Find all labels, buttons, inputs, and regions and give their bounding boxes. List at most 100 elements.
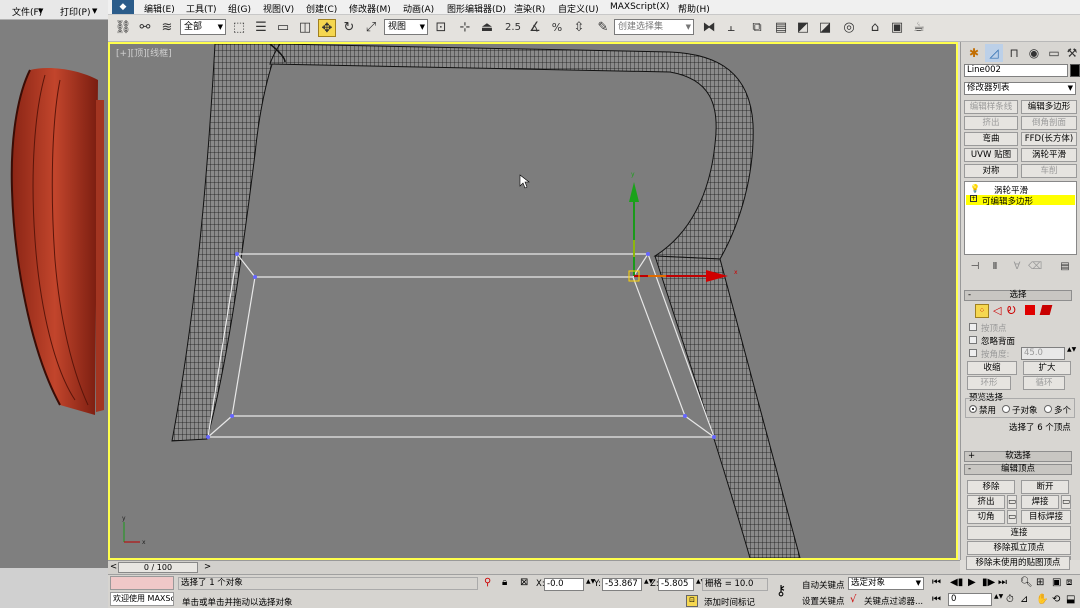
x-coordinate-input[interactable]: -0.0	[544, 578, 584, 591]
spinner-icon[interactable]: ▲▼	[994, 593, 1003, 600]
schematic-view-icon[interactable]: ◪	[816, 19, 834, 37]
vertex-level-icon[interactable]: ⁘	[975, 304, 989, 318]
zoom-all-icon[interactable]: ⊞	[1036, 577, 1044, 588]
key-icon[interactable]: ⚷	[776, 583, 786, 599]
previous-key-icon[interactable]: ◀▮	[950, 577, 963, 588]
rotate-icon[interactable]: ↻	[340, 19, 358, 37]
current-frame-input[interactable]: 0	[948, 593, 992, 606]
percent-snap-icon[interactable]: %	[548, 19, 566, 37]
zoom-icon[interactable]: 🔍︎	[1020, 577, 1033, 588]
configure-sets-icon[interactable]: ▤	[1058, 258, 1072, 276]
time-tag-icon[interactable]: ⊡	[686, 595, 698, 607]
rollout-soft-selection-header[interactable]: + 软选择	[964, 451, 1072, 462]
selection-filter-dropdown[interactable]: 全部 ▼	[180, 19, 226, 35]
window-crossing-icon[interactable]: ◫	[296, 19, 314, 37]
snap-toggle-icon[interactable]: 2.5	[504, 19, 522, 37]
rendered-frame-icon[interactable]: ▣	[888, 19, 906, 37]
spinner-snap-icon[interactable]: ⇳	[570, 19, 588, 37]
link-icon[interactable]: ⛓	[114, 19, 132, 37]
preview-disabled-radio[interactable]	[969, 405, 977, 413]
modifier-button-edit-poly[interactable]: 编辑多边形	[1021, 100, 1077, 114]
target-weld-button[interactable]: 目标焊接	[1021, 510, 1071, 524]
modify-tab-icon[interactable]: ◿	[985, 44, 1003, 62]
scale-icon[interactable]: ⤢	[362, 19, 380, 37]
menu-group[interactable]: 组(G)	[228, 2, 251, 15]
modifier-button-symmetry[interactable]: 对称	[964, 164, 1018, 178]
stack-item-turbosmooth[interactable]: 💡 涡轮平滑	[966, 184, 1075, 196]
remove-unused-map-verts-label[interactable]: 移除未使用的贴图顶点	[966, 556, 1070, 570]
z-coordinate-input[interactable]: -5.805	[658, 578, 694, 591]
break-button[interactable]: 断开	[1021, 480, 1069, 494]
menu-tools[interactable]: 工具(T)	[186, 2, 217, 15]
add-time-tag-button[interactable]: 添加时间标记	[704, 596, 755, 608]
menu-edit[interactable]: 编辑(E)	[144, 2, 175, 15]
preview-subobject-radio[interactable]	[1002, 405, 1010, 413]
menu-modifiers[interactable]: 修改器(M)	[349, 2, 391, 15]
curve-editor-icon[interactable]: ◩	[794, 19, 812, 37]
loop-button[interactable]: 循环	[1023, 376, 1065, 390]
menu-views[interactable]: 视图(V)	[263, 2, 294, 15]
by-vertex-checkbox[interactable]	[969, 323, 977, 331]
menu-customize[interactable]: 自定义(U)	[558, 2, 599, 15]
field-of-view-icon[interactable]: ⊿	[1020, 594, 1028, 605]
prev-frame-icon[interactable]: <	[110, 562, 117, 572]
menu-maxscript[interactable]: MAXScript(X)	[610, 2, 669, 12]
menu-help[interactable]: 帮助(H)	[678, 2, 710, 15]
polygon-level-icon[interactable]	[1025, 305, 1035, 315]
rollout-edit-vertices-header[interactable]: - 编辑顶点	[964, 464, 1072, 475]
connect-button[interactable]: 连接	[967, 526, 1071, 540]
modifier-button-turbosmooth[interactable]: 涡轮平滑	[1021, 148, 1077, 162]
next-frame-icon[interactable]: >	[204, 562, 211, 572]
named-selection-dropdown[interactable]: 创建选择集 ▼	[614, 19, 694, 35]
angle-threshold-input[interactable]: 45.0	[1021, 347, 1065, 360]
viewport-top[interactable]: [+][顶][线框] y x y x	[108, 42, 958, 560]
time-slider[interactable]: 0 / 100	[118, 562, 198, 573]
menu-graph-editors[interactable]: 图形编辑器(D)	[447, 2, 506, 15]
utilities-tab-icon[interactable]: ⚒	[1063, 44, 1080, 62]
material-editor-icon[interactable]: ◎	[840, 19, 858, 37]
auto-key-button[interactable]: 自动关键点	[802, 579, 845, 591]
render-production-icon[interactable]: ☕	[910, 19, 928, 37]
move-icon[interactable]: ✥	[318, 19, 336, 37]
remove-modifier-icon[interactable]: ⌫	[1028, 258, 1042, 276]
mirror-icon[interactable]: ⧓	[700, 19, 718, 37]
remove-button[interactable]: 移除	[967, 480, 1015, 494]
reference-coordinate-dropdown[interactable]: 视图 ▼	[384, 19, 428, 35]
y-coordinate-input[interactable]: -53.867	[602, 578, 642, 591]
by-angle-checkbox[interactable]	[969, 349, 977, 357]
modifier-button-ffd-box[interactable]: FFD(长方体)	[1021, 132, 1077, 146]
display-tab-icon[interactable]: ▭	[1045, 44, 1063, 62]
absolute-mode-icon[interactable]: ⊠	[520, 577, 528, 588]
remove-isolated-vertices-button[interactable]: 移除孤立顶点	[967, 541, 1071, 555]
orbit-icon[interactable]: ⟲	[1052, 594, 1060, 605]
angle-snap-icon[interactable]: ∡	[526, 19, 544, 37]
modifier-list-dropdown[interactable]: 修改器列表 ▼	[964, 82, 1076, 95]
show-end-result-icon[interactable]: Ⅱ	[988, 258, 1002, 276]
shrink-button[interactable]: 收缩	[967, 361, 1017, 375]
extrude-settings-icon[interactable]: ▭	[1007, 495, 1017, 509]
object-color-swatch[interactable]	[1070, 64, 1080, 77]
edge-level-icon[interactable]: ◁	[993, 304, 1001, 317]
modifier-button-uvw-map[interactable]: UVW 贴图	[964, 148, 1018, 162]
bind-space-warp-icon[interactable]: ≋	[158, 19, 176, 37]
next-key-icon[interactable]: ▮▶	[982, 577, 995, 588]
zoom-extents-all-icon[interactable]: ⧈	[1066, 577, 1072, 588]
select-object-icon[interactable]: ⬚	[230, 19, 248, 37]
ignore-backfacing-checkbox[interactable]	[969, 336, 977, 344]
set-key-button[interactable]: 设置关键点	[802, 595, 845, 607]
bg-menu-print[interactable]: 打印(P)	[60, 5, 90, 18]
chamfer-settings-icon[interactable]: ▭	[1007, 510, 1017, 524]
key-filter-icon[interactable]: √	[850, 594, 856, 605]
maxscript-listener-mini[interactable]	[110, 576, 174, 590]
manipulate-icon[interactable]: ⊹	[456, 19, 474, 37]
edit-named-selection-icon[interactable]: ✎	[594, 19, 612, 37]
play-icon[interactable]: ▶	[968, 577, 976, 588]
create-tab-icon[interactable]: ✱	[965, 44, 983, 62]
object-name-input[interactable]: Line002	[964, 64, 1068, 77]
unlink-icon[interactable]: ⚯	[136, 19, 154, 37]
maximize-viewport-icon[interactable]: ⬓	[1066, 594, 1075, 605]
extrude-button[interactable]: 挤出	[967, 495, 1005, 509]
ring-button[interactable]: 环形	[967, 376, 1011, 390]
menu-rendering[interactable]: 渲染(R)	[514, 2, 545, 15]
key-mode-icon[interactable]: ⏮	[932, 594, 941, 605]
